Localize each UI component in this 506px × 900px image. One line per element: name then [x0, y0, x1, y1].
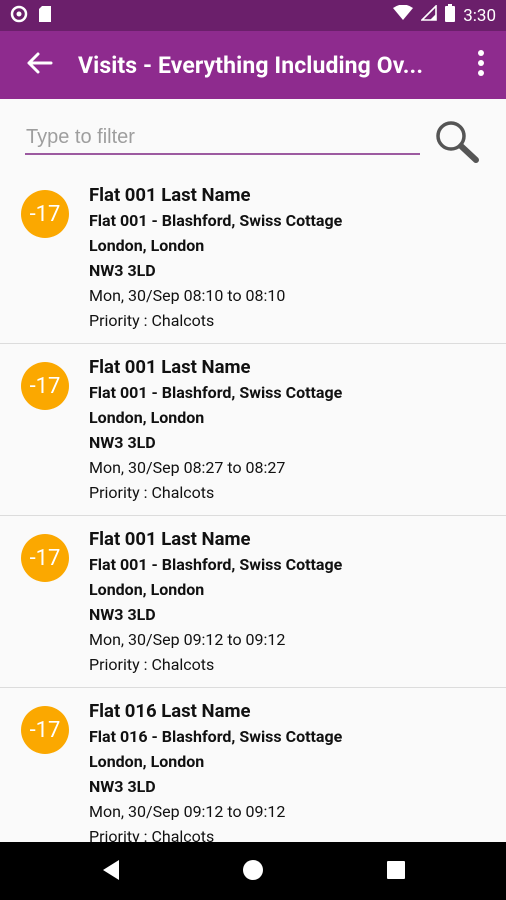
days-badge: -17: [21, 534, 69, 582]
nav-home-button[interactable]: [239, 858, 267, 886]
days-badge: -17: [21, 190, 69, 238]
sd-card-icon: [38, 5, 52, 27]
visit-address-line1: Flat 016 - Blashford, Swiss Cottage: [89, 727, 343, 746]
list-item[interactable]: -17 Flat 001 Last Name Flat 001 - Blashf…: [0, 172, 506, 344]
visit-address-line1: Flat 001 - Blashford, Swiss Cottage: [89, 555, 343, 574]
clock: 3:30: [463, 5, 496, 26]
visit-address-line2: London, London: [89, 580, 205, 599]
visit-priority: Priority : Chalcots: [89, 311, 215, 330]
home-circle-icon: [242, 859, 264, 885]
page-title: Visits - Everything Including Ov...: [78, 51, 424, 79]
visit-datetime: Mon, 30/Sep 09:12 to 09:12: [89, 802, 286, 821]
visit-address-line2: London, London: [89, 408, 205, 427]
visit-datetime: Mon, 30/Sep 08:10 to 08:10: [89, 286, 286, 305]
visit-name: Flat 001 Last Name: [89, 184, 251, 206]
visit-address-line1: Flat 001 - Blashford, Swiss Cottage: [89, 383, 343, 402]
visit-priority: Priority : Chalcots: [89, 827, 215, 842]
visit-name: Flat 001 Last Name: [89, 528, 251, 550]
visit-postcode: NW3 3LD: [89, 261, 156, 280]
visit-priority: Priority : Chalcots: [89, 483, 215, 502]
visit-address-line1: Flat 001 - Blashford, Swiss Cottage: [89, 211, 343, 230]
back-triangle-icon: [101, 859, 121, 885]
nav-recents-button[interactable]: [382, 858, 410, 886]
back-button[interactable]: [0, 31, 78, 99]
search-button[interactable]: [432, 119, 480, 163]
visit-name: Flat 016 Last Name: [89, 700, 251, 722]
days-badge: -17: [21, 706, 69, 754]
search-icon: [432, 121, 480, 167]
wifi-icon: [393, 4, 414, 26]
recents-square-icon: [387, 861, 405, 883]
visit-postcode: NW3 3LD: [89, 605, 156, 624]
signal-icon: [420, 4, 438, 26]
system-nav-bar: [0, 842, 506, 900]
visit-datetime: Mon, 30/Sep 08:27 to 08:27: [89, 458, 286, 477]
app-bar: Visits - Everything Including Ov...: [0, 31, 506, 99]
visit-list: -17 Flat 001 Last Name Flat 001 - Blashf…: [0, 172, 506, 842]
visit-postcode: NW3 3LD: [89, 433, 156, 452]
visit-name: Flat 001 Last Name: [89, 356, 251, 378]
list-item[interactable]: -17 Flat 001 Last Name Flat 001 - Blashf…: [0, 344, 506, 516]
filter-bar: [0, 99, 506, 169]
status-bar: 3:30: [0, 0, 506, 31]
nav-back-button[interactable]: [97, 858, 125, 886]
visit-address-line2: London, London: [89, 752, 205, 771]
back-arrow-icon: [25, 51, 53, 79]
list-item[interactable]: -17 Flat 016 Last Name Flat 016 - Blashf…: [0, 688, 506, 842]
visit-address-line2: London, London: [89, 236, 205, 255]
battery-icon: [445, 4, 456, 27]
days-badge: -17: [21, 362, 69, 410]
overflow-menu-icon: [477, 50, 485, 80]
visit-datetime: Mon, 30/Sep 09:12 to 09:12: [89, 630, 286, 649]
list-item[interactable]: -17 Flat 001 Last Name Flat 001 - Blashf…: [0, 516, 506, 688]
notification-circle-icon: [10, 5, 28, 27]
filter-input[interactable]: [25, 121, 420, 155]
visit-priority: Priority : Chalcots: [89, 655, 215, 674]
overflow-menu-button[interactable]: [456, 31, 506, 99]
visit-postcode: NW3 3LD: [89, 777, 156, 796]
